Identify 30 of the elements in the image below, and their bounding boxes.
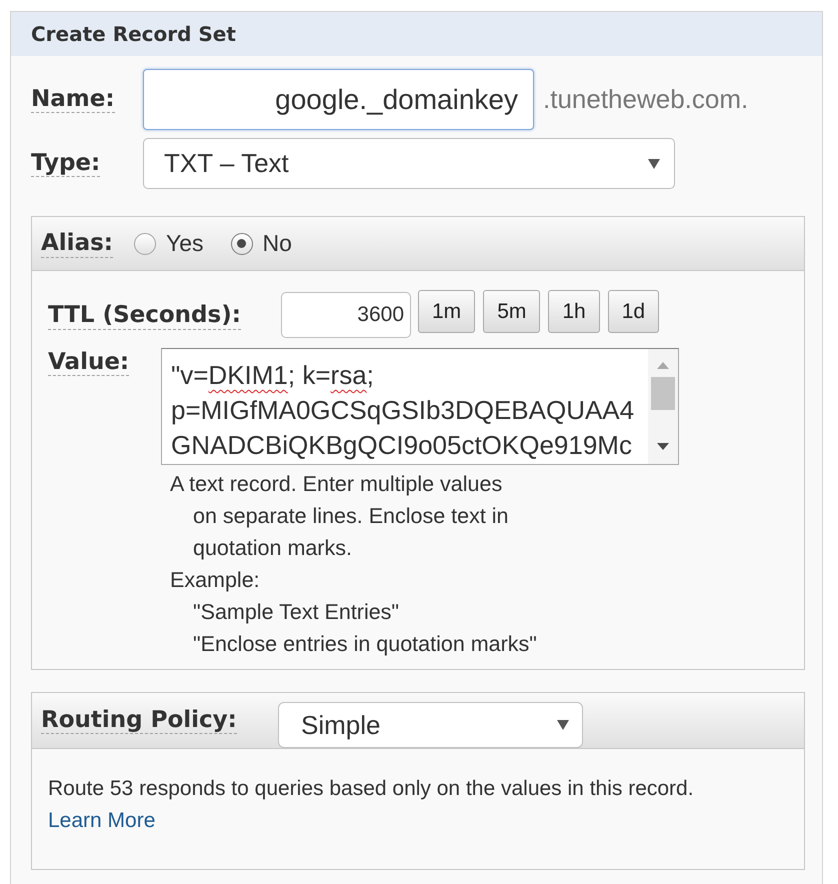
domain-suffix: .tunetheweb.com.: [543, 83, 748, 116]
value-textarea[interactable]: "v=DKIM1; k=rsa; p=MIGfMA0GCSqGSIb3DQEBAQUAA4 GNADCBiQKBgQCI9o05ctOKQe919Mc: [161, 348, 679, 465]
learn-more-link[interactable]: Learn More: [48, 809, 156, 832]
field-label: Routing Policy:: [41, 707, 237, 734]
example-text: "Sample Text Entries": [192, 599, 400, 626]
field-label: TTL (Seconds):: [48, 300, 241, 330]
ttl-input[interactable]: 3600: [281, 292, 411, 338]
example-text: "Enclose entries in quotation marks": [192, 631, 538, 658]
caret-icon: [648, 158, 660, 168]
policy-description: Route 53 responds to queries based only on the values in this record. Learn More: [48, 776, 695, 834]
field-label: Name:: [31, 86, 115, 113]
routing-policy-select[interactable]: Simple: [278, 702, 583, 748]
help-text: A text record. Enter multiple values on separate lines. Enclose text in quotation marks.: [170, 471, 510, 562]
ttl-preset-button[interactable]: 5m: [483, 290, 540, 333]
panel-title: Create Record Set: [31, 21, 236, 48]
example-label: Example:: [170, 567, 261, 594]
scroll-down-icon[interactable]: [657, 443, 669, 450]
ttl-preset-button[interactable]: 1m: [418, 290, 476, 333]
radio-option[interactable]: Yes: [134, 226, 204, 261]
scrollbar-thumb[interactable]: [651, 377, 675, 410]
radio-option[interactable]: No: [230, 226, 292, 261]
name-input[interactable]: google._domainkey: [143, 69, 534, 130]
field-label: Value:: [48, 349, 130, 376]
scroll-up-icon[interactable]: [657, 362, 669, 369]
field-label: Type:: [31, 150, 100, 177]
field-label: Alias:: [41, 229, 113, 258]
caret-icon: [557, 720, 569, 730]
ttl-preset-button[interactable]: 1h: [548, 290, 600, 333]
type-select[interactable]: TXT – Text: [143, 138, 675, 189]
ttl-preset-button[interactable]: 1d: [608, 290, 660, 333]
